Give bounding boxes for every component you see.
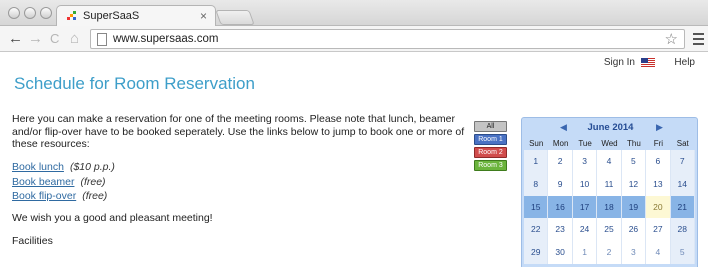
calendar-header: June 2014 ◀ ▶ (522, 118, 697, 137)
tab-close-icon[interactable]: × (200, 9, 207, 23)
help-link[interactable]: Help (674, 57, 695, 68)
day-of-week-label: Sun (529, 139, 544, 148)
page-content: Sign In Help Schedule for Room Reservati… (0, 52, 708, 267)
calendar-day-today[interactable]: 20 (646, 195, 671, 219)
reload-button[interactable]: C (50, 30, 59, 48)
list-item: Book lunch ($10 p.p.) (12, 160, 115, 175)
wish-text: We wish you a good and pleasant meeting! (12, 212, 213, 224)
supersaas-favicon-icon (67, 11, 77, 21)
page-title: Schedule for Room Reservation (14, 74, 255, 93)
calendar-day[interactable]: 6 (646, 150, 671, 173)
day-of-week-label: Mon (552, 139, 569, 148)
calendar-day-selected-week[interactable]: 17 (572, 195, 598, 219)
flip-over-price: (free) (82, 190, 108, 202)
day-of-week-label: Thu (627, 139, 641, 148)
day-of-week-label: Fri (653, 139, 664, 148)
address-bar[interactable]: www.supersaas.com ☆ (90, 29, 685, 49)
minimize-window-button[interactable] (24, 7, 36, 19)
calendar-day-next-month[interactable]: 4 (646, 241, 671, 264)
filter-room-3-button[interactable]: Room 3 (474, 160, 507, 171)
calendar-day[interactable]: 26 (621, 218, 647, 242)
list-item: Book flip-over (free) (12, 189, 115, 204)
tab-title: SuperSaaS (83, 10, 140, 22)
tab-strip: SuperSaaS × (0, 0, 708, 27)
calendar-day-next-month[interactable]: 1 (572, 241, 598, 264)
close-window-button[interactable] (8, 7, 20, 19)
lunch-price: ($10 p.p.) (69, 161, 115, 173)
calendar-day[interactable]: 9 (548, 172, 573, 196)
calendar-day[interactable]: 8 (524, 172, 549, 196)
list-item: Book beamer (free) (12, 175, 115, 190)
book-lunch-link[interactable]: Book lunch (12, 161, 64, 173)
calendar-day[interactable]: 22 (524, 218, 549, 242)
calendar-day-next-month[interactable]: 3 (621, 241, 647, 264)
browser-window: SuperSaaS × ← → C ⌂ www.supersaas.com ☆ … (0, 0, 708, 267)
calendar-day-next-month[interactable]: 2 (597, 241, 622, 264)
calendar-day-selected-week[interactable]: 15 (524, 195, 549, 219)
calendar-day[interactable]: 10 (572, 172, 598, 196)
browser-menu-icon[interactable] (693, 33, 704, 48)
calendar-day[interactable]: 2 (548, 150, 573, 173)
calendar-month-title: June 2014 (587, 122, 634, 133)
page-icon (97, 33, 107, 46)
resource-links: Book lunch ($10 p.p.) Book beamer (free) B… (12, 160, 115, 204)
calendar-day[interactable]: 30 (548, 241, 573, 264)
intro-text: Here you can make a reservation for one … (12, 113, 465, 150)
calendar-day-next-month[interactable]: 5 (670, 241, 695, 264)
calendar-day[interactable]: 24 (572, 218, 598, 242)
browser-toolbar: ← → C ⌂ www.supersaas.com ☆ (0, 26, 708, 52)
calendar-day-selected-week[interactable]: 16 (548, 195, 573, 219)
beamer-price: (free) (80, 175, 106, 188)
home-button[interactable]: ⌂ (70, 30, 79, 48)
calendar-day[interactable]: 4 (597, 150, 622, 173)
new-tab-button[interactable] (215, 10, 255, 25)
sign-in-link[interactable]: Sign In (604, 57, 635, 68)
calendar-day[interactable]: 28 (670, 218, 695, 242)
month-calendar: June 2014 ◀ ▶ Sun Mon Tue Wed Thu Fri Sa… (521, 117, 698, 267)
calendar-day-selected-week[interactable]: 18 (597, 195, 622, 219)
url-text[interactable]: www.supersaas.com (113, 33, 218, 45)
calendar-day-selected-week[interactable]: 21 (670, 195, 695, 219)
book-beamer-link[interactable]: Book beamer (12, 176, 74, 188)
book-flip-over-link[interactable]: Book flip-over (12, 190, 76, 202)
browser-tab[interactable]: SuperSaaS × (56, 5, 216, 27)
calendar-day[interactable]: 12 (621, 172, 647, 196)
calendar-day[interactable]: 25 (597, 218, 622, 242)
forward-button[interactable]: → (28, 30, 43, 48)
day-of-week-label: Wed (601, 139, 618, 148)
back-button[interactable]: ← (8, 30, 23, 48)
calendar-day[interactable]: 13 (646, 172, 671, 196)
day-of-week-label: Sat (676, 139, 689, 148)
facilities-heading: Facilities (12, 235, 53, 247)
calendar-day[interactable]: 3 (572, 150, 598, 173)
previous-month-icon[interactable]: ◀ (560, 122, 567, 133)
calendar-day[interactable]: 29 (524, 241, 549, 264)
calendar-day[interactable]: 5 (621, 150, 647, 173)
next-month-icon[interactable]: ▶ (656, 122, 663, 133)
calendar-day[interactable]: 23 (548, 218, 573, 242)
filter-room-1-button[interactable]: Room 1 (474, 134, 507, 145)
filter-room-2-button[interactable]: Room 2 (474, 147, 507, 158)
calendar-day[interactable]: 27 (646, 218, 671, 242)
calendar-day-selected-week[interactable]: 19 (621, 195, 647, 219)
day-of-week-label: Tue (578, 139, 592, 148)
bookmark-star-icon[interactable]: ☆ (665, 30, 678, 48)
calendar-grid: Sun Mon Tue Wed Thu Fri Sat 1 2 3 4 5 6 … (522, 137, 697, 264)
filter-all-button[interactable]: All (474, 121, 507, 132)
calendar-day[interactable]: 14 (670, 172, 695, 196)
calendar-day[interactable]: 7 (670, 150, 695, 173)
us-flag-icon[interactable] (641, 58, 655, 67)
zoom-window-button[interactable] (40, 7, 52, 19)
calendar-day[interactable]: 11 (597, 172, 622, 196)
resource-filter: All Room 1 Room 2 Room 3 (474, 121, 507, 173)
calendar-day[interactable]: 1 (524, 150, 549, 173)
